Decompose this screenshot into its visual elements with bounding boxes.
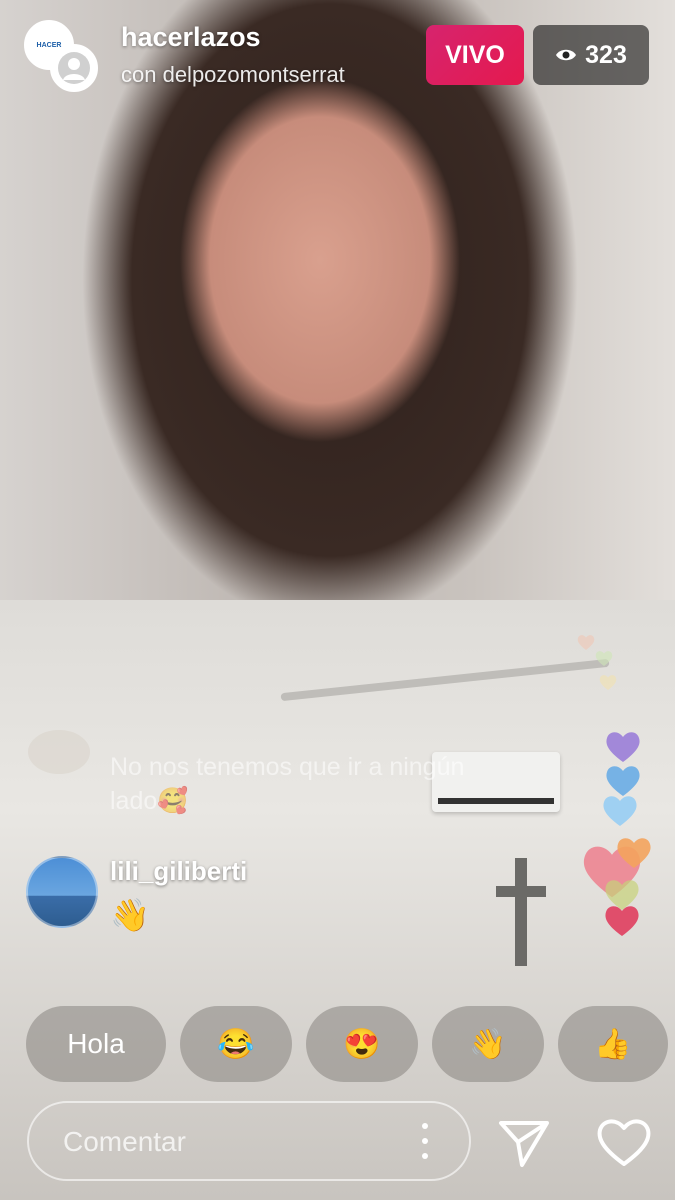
comment-avatar[interactable] — [26, 856, 98, 928]
reaction-heart-icon — [595, 651, 613, 666]
wall-cross-bar — [496, 886, 546, 897]
viewer-count: 323 — [585, 40, 627, 69]
reaction-heart-icon — [577, 635, 595, 650]
comment-text: 👋 — [110, 897, 150, 933]
send-icon[interactable] — [496, 1114, 552, 1170]
quick-reply-hola[interactable]: Hola — [26, 1006, 166, 1082]
avatar-stack[interactable]: HACER — [24, 20, 98, 92]
viewer-count-badge[interactable]: 323 — [533, 25, 649, 85]
quick-reply-thumbs-up[interactable]: 👍 — [558, 1006, 668, 1082]
reaction-heart-icon — [599, 675, 617, 690]
comment-text-faded: No nos tenemos que ir a ningún lado🥰 — [110, 753, 465, 815]
eye-icon — [556, 49, 577, 61]
wall-cross — [515, 858, 527, 966]
heart-icon[interactable] — [594, 1112, 654, 1172]
host-video — [0, 0, 675, 600]
comment-avatar-faded — [28, 730, 90, 774]
guest-avatar — [50, 44, 98, 92]
comment-input[interactable] — [61, 1103, 395, 1181]
reaction-heart-icon — [605, 906, 639, 936]
cohost-line[interactable]: con delpozomontserrat — [121, 62, 345, 88]
comment-username[interactable]: lili_giliberti — [110, 856, 247, 887]
more-vertical-icon[interactable] — [413, 1121, 437, 1161]
host-avatar-logo: HACER — [36, 41, 62, 49]
comment-box[interactable] — [27, 1101, 471, 1181]
reaction-heart-icon — [617, 838, 651, 868]
quick-reply-wave[interactable]: 👋 — [432, 1006, 544, 1082]
host-username[interactable]: hacerlazos — [121, 22, 261, 53]
live-badge: VIVO — [426, 25, 524, 85]
reaction-heart-icon — [603, 796, 637, 826]
quick-reply-heart-eyes[interactable]: 😍 — [306, 1006, 418, 1082]
quick-reply-laugh[interactable]: 😂 — [180, 1006, 292, 1082]
default-user-icon — [58, 52, 90, 84]
